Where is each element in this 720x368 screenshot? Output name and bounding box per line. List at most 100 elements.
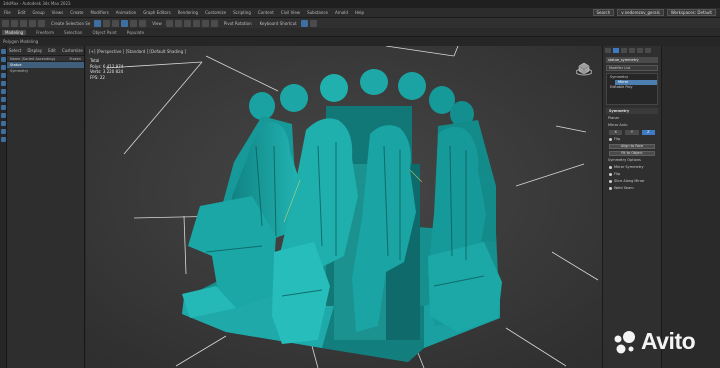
percent-snap-icon[interactable] xyxy=(192,19,200,27)
weld-seam-option[interactable]: Weld Seam xyxy=(609,186,655,191)
slice-along-mirror-option[interactable]: Slice Along Mirror xyxy=(609,179,655,184)
axis-z-button[interactable]: Z xyxy=(641,130,655,135)
scene-tab-select[interactable]: Select xyxy=(9,48,21,53)
menu-substance[interactable]: Substance xyxy=(307,10,328,15)
scale-icon[interactable] xyxy=(139,19,147,27)
menu-graph-editors[interactable]: Graph Editors xyxy=(143,10,170,15)
shapes-icon[interactable] xyxy=(1,81,6,86)
avito-logo-icon xyxy=(614,330,635,353)
create-icon[interactable] xyxy=(1,49,6,54)
menu-modifiers[interactable]: Modifiers xyxy=(91,10,109,15)
snap-icon[interactable] xyxy=(174,19,182,27)
menu-animation[interactable]: Animation xyxy=(116,10,136,15)
tab-modeling[interactable]: Modeling xyxy=(2,29,27,35)
menu-arnold[interactable]: Arnold xyxy=(335,10,348,15)
render-setup-icon[interactable] xyxy=(309,19,317,27)
layers-icon[interactable] xyxy=(1,129,6,134)
modifier-list-dropdown[interactable]: Modifier List xyxy=(606,65,658,71)
object-name-field[interactable]: statue_symmetry xyxy=(606,57,658,63)
radio-icon[interactable] xyxy=(609,138,612,141)
menu-help[interactable]: Help xyxy=(355,10,364,15)
menu-scripting[interactable]: Scripting xyxy=(233,10,251,15)
scene-frozen-header[interactable]: Frozen xyxy=(70,56,81,61)
ribbon-subpanel[interactable]: Polygon Modeling xyxy=(0,37,720,46)
tab-selection[interactable]: Selection xyxy=(64,30,82,35)
redo-icon[interactable] xyxy=(11,19,18,27)
region-select-icon[interactable] xyxy=(112,19,120,27)
menu-group[interactable]: Group xyxy=(32,10,44,15)
reference-coord-select[interactable]: View xyxy=(152,21,162,26)
systems-icon[interactable] xyxy=(1,121,6,126)
modifier-stack[interactable]: Symmetry Mirror Editable Poly xyxy=(606,73,658,105)
menu-civil-view[interactable]: Civil View xyxy=(281,10,300,15)
axis-x-button[interactable]: X xyxy=(609,130,623,135)
user-account[interactable]: v.nedorezov_gerals xyxy=(617,9,664,16)
planar-dropdown[interactable]: Planar xyxy=(608,116,619,121)
link-icon[interactable] xyxy=(20,19,27,27)
perspective-viewport[interactable]: [+] [Perspective ] [Standard ] [Default … xyxy=(86,46,602,368)
mirror-icon[interactable] xyxy=(201,19,209,27)
radio-icon[interactable] xyxy=(609,173,612,176)
viewport-label[interactable]: [+] [Perspective ] [Standard ] [Default … xyxy=(89,49,186,54)
undo-icon[interactable] xyxy=(2,19,9,27)
hierarchy-icon[interactable] xyxy=(1,57,6,62)
window-title-bar: 3dsMax - Autodesk 3ds Max 2023 xyxy=(0,0,720,8)
menu-create[interactable]: Create xyxy=(70,10,83,15)
filter-icon[interactable] xyxy=(1,137,6,142)
selection-set-field[interactable]: Create Selection Se xyxy=(51,21,90,26)
axis-y-button[interactable]: Y xyxy=(625,130,639,135)
angle-snap-icon[interactable] xyxy=(183,19,191,27)
tab-populate[interactable]: Populate xyxy=(127,30,144,35)
viewcube-icon[interactable] xyxy=(576,62,592,76)
scene-tab-display[interactable]: Display xyxy=(27,48,42,53)
spacewarps-icon[interactable] xyxy=(1,113,6,118)
scene-row[interactable]: Symmetry xyxy=(7,68,84,74)
window-title: 3dsMax - Autodesk 3ds Max 2023 xyxy=(3,1,71,6)
hierarchy-tab-icon[interactable] xyxy=(621,48,627,53)
display-icon[interactable] xyxy=(1,65,6,70)
create-tab-icon[interactable] xyxy=(605,48,611,53)
menu-views[interactable]: Views xyxy=(52,10,64,15)
workspace-select[interactable]: Workspaces: Default xyxy=(666,9,716,16)
scene-tab-customize[interactable]: Customize xyxy=(62,48,83,53)
align-to-face-button[interactable]: Align to Face xyxy=(609,144,655,149)
fit-to-object-button[interactable]: Fit to Object xyxy=(609,151,655,156)
flip-check-option[interactable]: Flip xyxy=(609,172,655,177)
select-icon[interactable] xyxy=(94,19,102,27)
motion-tab-icon[interactable] xyxy=(629,48,635,53)
stack-item-editable-poly[interactable]: Editable Poly xyxy=(607,85,657,90)
geometry-icon[interactable] xyxy=(1,73,6,78)
cameras-icon[interactable] xyxy=(1,97,6,102)
pivot-rotation-dropdown[interactable]: Pivot Rotation xyxy=(224,21,252,26)
lights-icon[interactable] xyxy=(1,89,6,94)
pivot-icon[interactable] xyxy=(165,19,173,27)
display-tab-icon[interactable] xyxy=(637,48,643,53)
align-icon[interactable] xyxy=(210,19,218,27)
search-field[interactable]: Search xyxy=(592,9,615,16)
radio-icon[interactable] xyxy=(609,166,612,169)
helpers-icon[interactable] xyxy=(1,105,6,110)
symmetry-rollout-header[interactable]: Symmetry xyxy=(606,108,658,114)
checkbox-icon[interactable] xyxy=(609,187,612,190)
scene-tab-edit[interactable]: Edit xyxy=(48,48,56,53)
select-by-name-icon[interactable] xyxy=(103,19,111,27)
scene-name-header[interactable]: Name (Sorted Ascending) xyxy=(10,56,55,61)
render-icon[interactable] xyxy=(300,19,308,27)
modify-tab-icon[interactable] xyxy=(613,48,619,53)
utilities-tab-icon[interactable] xyxy=(645,48,651,53)
checkbox-icon[interactable] xyxy=(609,180,612,183)
menu-customize[interactable]: Customize xyxy=(205,10,226,15)
menu-content[interactable]: Content xyxy=(258,10,274,15)
bind-icon[interactable] xyxy=(38,19,45,27)
flip-option[interactable]: Flip xyxy=(609,137,655,142)
rotate-icon[interactable] xyxy=(130,19,138,27)
tab-freeform[interactable]: Freeform xyxy=(36,30,54,35)
menu-edit[interactable]: Edit xyxy=(18,10,26,15)
unlink-icon[interactable] xyxy=(29,19,36,27)
menu-rendering[interactable]: Rendering xyxy=(178,10,198,15)
mirror-symmetry-option[interactable]: Mirror Symmetry xyxy=(609,165,655,170)
move-icon[interactable] xyxy=(121,19,129,27)
menu-file[interactable]: File xyxy=(4,10,11,15)
keyboard-shortcut-dropdown[interactable]: Keyboard Shortcut xyxy=(260,21,297,26)
tab-object-paint[interactable]: Object Paint xyxy=(92,30,116,35)
